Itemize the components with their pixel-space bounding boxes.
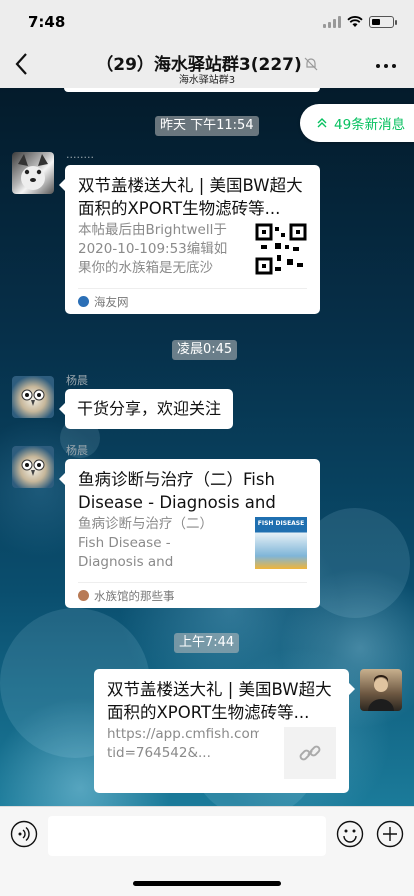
link-card-message[interactable]: 双节盖楼送大礼 | 美国BW超大面积的XPORT生物滤砖等... 本帖最后由Br… [59, 165, 320, 314]
mute-bell-icon [304, 57, 318, 71]
sender-name: ........ [66, 148, 94, 161]
chat-subtitle: 海水驿站群3 [178, 75, 236, 86]
avatar[interactable] [12, 152, 54, 194]
book-cover-title: FISH DISEASE [257, 520, 305, 527]
sender-name: 杨晨 [66, 374, 88, 387]
source-logo-icon [78, 590, 89, 601]
chevron-left-icon [15, 53, 27, 75]
link-card-source-name: 海友网 [94, 294, 129, 309]
link-thumbnail [284, 727, 336, 779]
link-card-description: 本帖最后由Brightwell于2020-10-109:53编辑如果你的水族箱是… [78, 222, 228, 276]
status-icons [323, 16, 397, 28]
message-input[interactable] [48, 816, 326, 856]
emoji-icon[interactable] [336, 820, 364, 848]
status-time: 7:48 [28, 13, 66, 31]
voice-input-icon[interactable] [10, 820, 38, 848]
owl-avatar-icon [21, 459, 45, 476]
person-avatar-icon [368, 675, 394, 711]
avatar[interactable] [12, 446, 54, 488]
link-card-source: 海友网 [78, 288, 307, 314]
previous-message-edge [64, 88, 320, 92]
link-card-source: 水族馆的那些事 [78, 582, 307, 608]
owl-avatar-icon [21, 389, 45, 406]
link-card-description: 鱼病诊断与治疗（二）Fish Disease - Diagnosis and T… [78, 516, 213, 570]
link-icon [299, 745, 321, 761]
new-messages-label: 49条新消息 [334, 117, 406, 133]
source-logo-icon [78, 296, 89, 307]
timestamp: 昨天 下午11:54 [155, 116, 259, 136]
link-card-message[interactable]: 鱼病诊断与治疗（二）Fish Disease - Diagnosis and T… [59, 459, 320, 608]
link-card-description: https://app.cmfish.com/mag/circle/v1/for… [107, 726, 259, 761]
my-avatar[interactable] [360, 669, 402, 711]
qr-code-thumbnail [255, 223, 307, 275]
text-message[interactable]: 干货分享，欢迎关注 [58, 389, 234, 429]
home-indicator [133, 881, 281, 886]
nav-bar: （29）海水驿站群3(227) 海水驿站群3 [0, 44, 414, 88]
status-bar: 7:48 [0, 0, 414, 44]
more-options-button[interactable] [374, 56, 398, 76]
timestamp: 上午7:44 [174, 633, 240, 653]
link-card-message-own[interactable]: 双节盖楼送大礼 | 美国BW超大面积的XPORT生物滤砖等... https:/… [94, 669, 355, 793]
double-chevron-up-icon [317, 118, 327, 128]
sender-name: 杨晨 [66, 444, 88, 457]
avatar[interactable] [12, 376, 54, 418]
cellular-signal-icon [323, 16, 341, 28]
wifi-icon [347, 16, 363, 27]
plus-icon[interactable] [376, 820, 404, 848]
link-card-title: 鱼病诊断与治疗（二）Fish Disease - Diagnosis and T… [78, 470, 276, 512]
back-button[interactable] [14, 52, 40, 80]
battery-icon [369, 16, 397, 28]
link-card-source-name: 水族馆的那些事 [94, 588, 175, 603]
new-messages-badge[interactable]: 49条新消息 [300, 104, 414, 142]
timestamp: 凌晨0:45 [172, 340, 238, 360]
link-card-title: 双节盖楼送大礼 | 美国BW超大面积的XPORT生物滤砖等... [78, 176, 303, 218]
link-card-title: 双节盖楼送大礼 | 美国BW超大面积的XPORT生物滤砖等... [107, 680, 332, 722]
book-cover-thumbnail: FISH DISEASE [255, 517, 307, 569]
dog-avatar-icon [18, 154, 48, 190]
